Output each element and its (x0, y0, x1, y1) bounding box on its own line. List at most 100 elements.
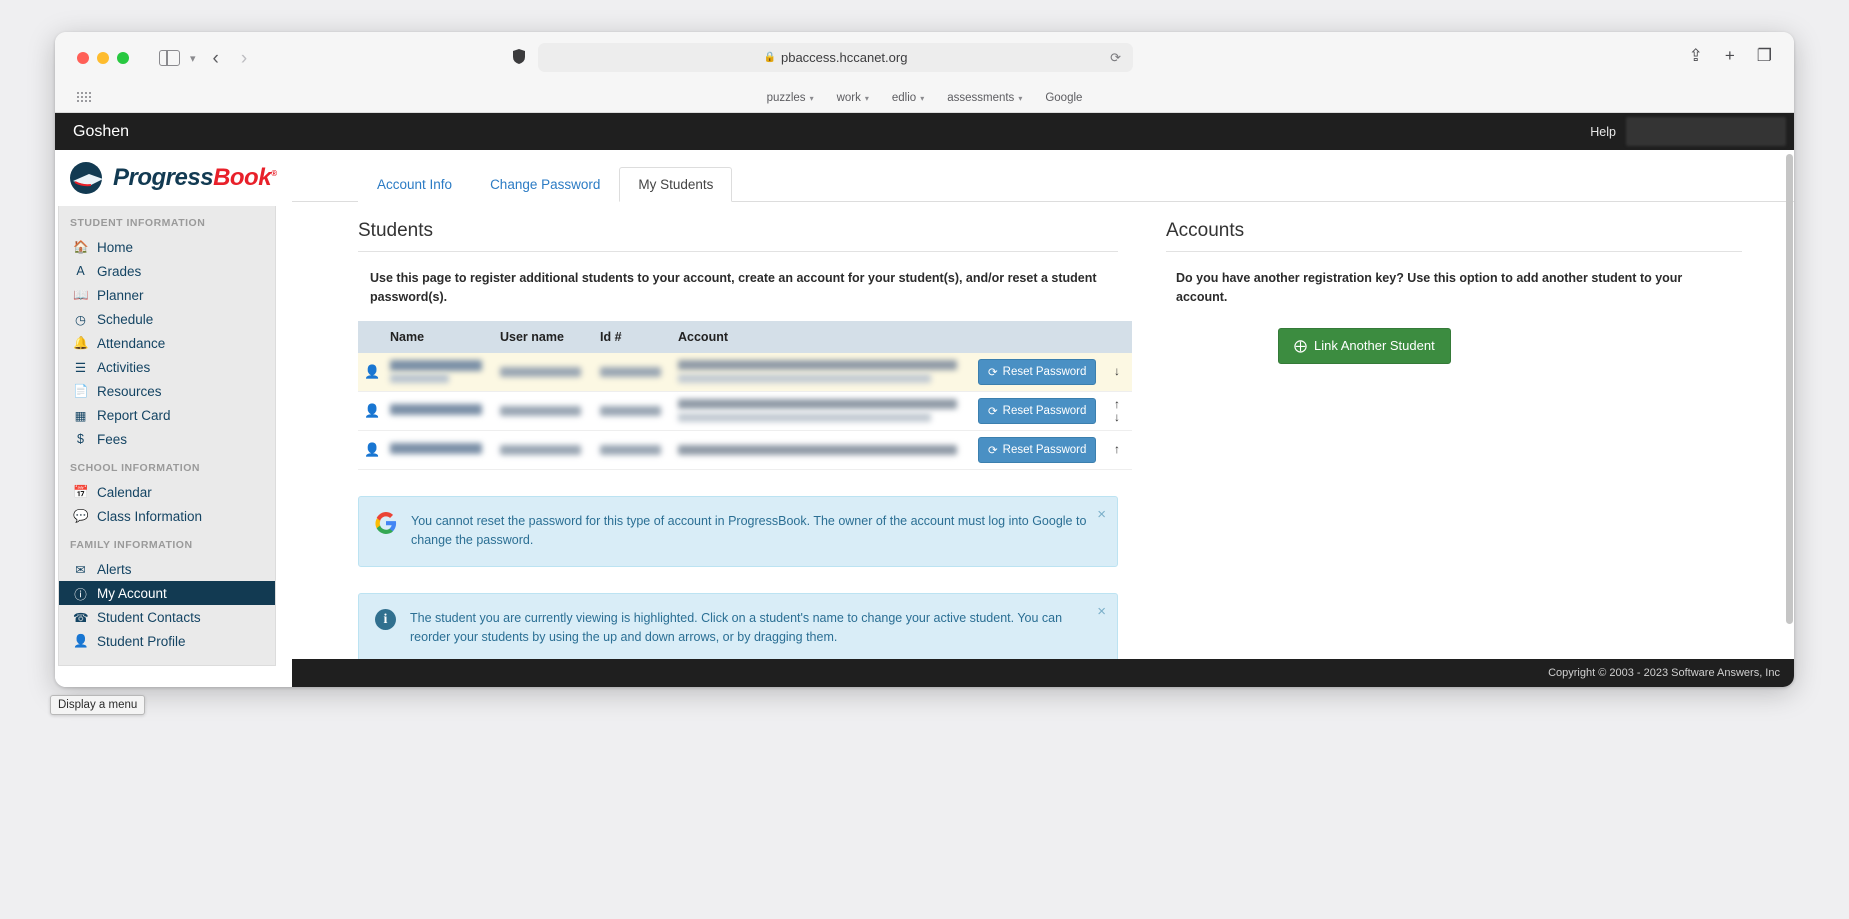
status-tooltip: Display a menu (50, 695, 146, 715)
google-alert-text: You cannot reset the password for this t… (411, 513, 1087, 548)
close-icon[interactable]: × (1097, 506, 1106, 523)
close-icon[interactable]: × (1097, 603, 1106, 620)
person-icon: 👤 (364, 441, 381, 457)
vertical-scrollbar[interactable] (1786, 154, 1793, 682)
progressbook-logo: ProgressBook® (55, 150, 292, 206)
sidebar-item-label: Activities (97, 359, 151, 375)
logo-text-progress: Progress (113, 164, 214, 191)
sidebar-group-family-information: FAMILY INFORMATION (70, 539, 193, 551)
sidebar-item-resources[interactable]: 📄 Resources (59, 379, 275, 403)
sidebar-item-label: Calendar (97, 484, 152, 500)
sidebar-item-label: Student Profile (97, 633, 186, 649)
tab-account-info[interactable]: Account Info (358, 167, 472, 202)
accounts-title: Accounts (1166, 220, 1742, 252)
navigation-arrows[interactable]: ‹ › (213, 49, 248, 68)
table-row[interactable]: 👤 (358, 352, 1132, 392)
reset-password-button[interactable]: ⟳ Reset Password (978, 436, 1097, 463)
table-row[interactable]: 👤 (358, 391, 1132, 431)
sidebar-item-fees[interactable]: $ Fees (59, 427, 275, 451)
sidebar-group-student-information: STUDENT INFORMATION (70, 217, 206, 229)
tab-overview-icon[interactable]: ❐ (1757, 47, 1772, 64)
window-traffic-lights[interactable] (77, 52, 129, 64)
bookmark-google[interactable]: Google (1045, 92, 1082, 104)
user-account-menu[interactable] (1626, 117, 1786, 146)
sidebar-toggle-icon (159, 50, 180, 66)
content-columns: Students Use this page to register addit… (292, 202, 1794, 664)
student-account-cell (672, 391, 972, 431)
left-column: ProgressBook® STUDENT INFORMATION 🏠 Home… (55, 150, 292, 687)
refresh-icon: ⟳ (988, 444, 998, 457)
student-id-cell (594, 352, 672, 392)
tab-change-password[interactable]: Change Password (471, 167, 620, 202)
bookmarks-bar: puzzles ▾ work ▾ edlio ▾ assessments ▾ G… (55, 84, 1794, 113)
help-link[interactable]: Help (1590, 125, 1616, 139)
home-icon: 🏠 (73, 239, 89, 254)
info-alert-text: The student you are currently viewing is… (410, 610, 1063, 644)
bookmark-work[interactable]: work ▾ (837, 92, 869, 104)
tab-my-students[interactable]: My Students (619, 167, 733, 202)
reload-icon[interactable]: ⟳ (1110, 50, 1121, 66)
chevron-down-icon: ▾ (809, 93, 814, 103)
chevron-down-icon: ▾ (1018, 93, 1023, 103)
new-tab-icon[interactable]: + (1725, 47, 1735, 64)
student-name-cell[interactable] (384, 352, 494, 392)
bell-icon: 🔔 (73, 335, 89, 350)
sidebar-item-home[interactable]: 🏠 Home (59, 235, 275, 259)
browser-toolbar-right[interactable]: ⇪ + ❐ (1689, 47, 1772, 64)
chevron-down-icon[interactable]: ▾ (190, 52, 196, 65)
sidebar-item-label: Alerts (97, 561, 132, 577)
sidebar-group-school-information: SCHOOL INFORMATION (70, 462, 200, 474)
link-another-student-button[interactable]: ⨁ Link Another Student (1278, 327, 1451, 364)
address-bar[interactable]: 🔒 pbaccess.hccanet.org ⟳ (538, 43, 1133, 72)
minimize-window-button[interactable] (97, 52, 109, 64)
sidebar-item-alerts[interactable]: ✉ Alerts (59, 557, 275, 581)
sidebar-item-label: Report Card (97, 407, 171, 423)
chevron-down-icon: ▾ (920, 93, 925, 103)
bookmark-puzzles[interactable]: puzzles ▾ (767, 92, 814, 104)
sidebar-item-student-profile[interactable]: 👤 Student Profile (59, 629, 275, 653)
sidebar-item-label: Class Information (97, 508, 203, 524)
sidebar-item-attendance[interactable]: 🔔 Attendance (59, 331, 275, 355)
sidebar-item-grades[interactable]: A Grades (59, 259, 275, 283)
app-header-right: Help (1590, 113, 1786, 150)
table-row[interactable]: 👤 ⟳ Reset Password ↑ (358, 430, 1132, 470)
sidebar-item-schedule[interactable]: ◷ Schedule (59, 307, 275, 331)
reset-password-button[interactable]: ⟳ Reset Password (978, 358, 1097, 385)
envelope-icon: ✉ (75, 562, 86, 577)
back-arrow-icon[interactable]: ‹ (213, 49, 219, 68)
maximize-window-button[interactable] (117, 52, 129, 64)
close-window-button[interactable] (77, 52, 89, 64)
sidebar-toggle-button[interactable]: ▾ (159, 50, 196, 66)
sidebar-item-report-card[interactable]: ▦ Report Card (59, 403, 275, 427)
graduation-cap-logo-icon (70, 162, 103, 194)
sidebar-item-calendar[interactable]: 📅 Calendar (59, 480, 275, 504)
sidebar-item-student-contacts[interactable]: ☎ Student Contacts (59, 605, 275, 629)
student-username-cell (494, 352, 594, 392)
share-icon[interactable]: ⇪ (1689, 47, 1703, 64)
google-password-alert: You cannot reset the password for this t… (358, 495, 1118, 567)
list-icon: ☰ (74, 360, 87, 375)
reset-password-button[interactable]: ⟳ Reset Password (978, 397, 1097, 424)
bookmark-edlio[interactable]: edlio ▾ (892, 92, 924, 104)
refresh-icon: ⟳ (988, 366, 998, 379)
student-name-cell[interactable] (384, 391, 494, 431)
plus-circle-icon: ⨁ (1294, 337, 1307, 353)
column-header-username: User name (494, 320, 594, 353)
sidebar-item-label: Planner (97, 287, 144, 303)
bookmark-assessments[interactable]: assessments ▾ (947, 92, 1022, 104)
sidebar-item-class-information[interactable]: 💬 Class Information (59, 504, 275, 528)
google-logo-icon (375, 511, 397, 540)
forward-arrow-icon[interactable]: › (241, 49, 247, 68)
app-grid-icon[interactable] (77, 92, 91, 104)
page-footer: Copyright © 2003 - 2023 Software Answers… (292, 659, 1794, 687)
copyright-text: Copyright © 2003 - 2023 Software Answers… (1548, 667, 1780, 679)
student-name-cell[interactable] (384, 430, 494, 470)
sidebar-item-planner[interactable]: 📖 Planner (59, 283, 275, 307)
planner-icon: 📖 (73, 287, 89, 302)
sidebar-item-label: Fees (97, 431, 128, 447)
student-account-cell (672, 352, 972, 392)
chevron-down-icon: ▾ (864, 93, 869, 103)
sidebar-item-activities[interactable]: ☰ Activities (59, 355, 275, 379)
table-header-row: Name User name Id # Account (358, 320, 1132, 353)
sidebar-item-my-account[interactable]: ⓘ My Account (59, 581, 275, 605)
